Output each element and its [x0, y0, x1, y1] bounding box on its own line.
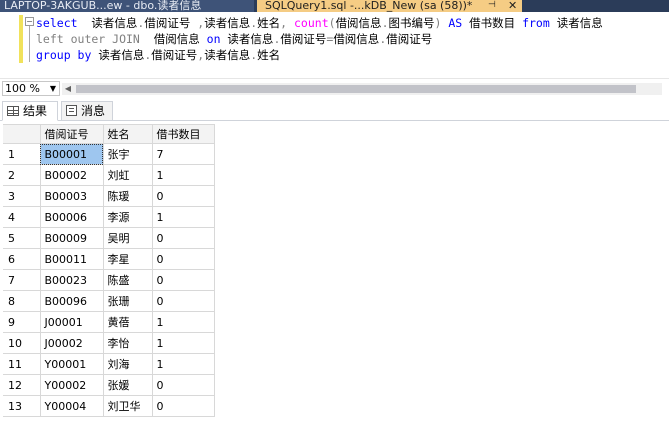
row-number[interactable]: 5	[3, 227, 41, 249]
table-row[interactable]: 5 B00009 吴明 0	[3, 227, 215, 249]
cell-borrow-count[interactable]: 0	[152, 227, 215, 249]
cell-name[interactable]: 刘海	[103, 353, 153, 375]
tab-results-label: 结果	[23, 104, 48, 118]
cell-borrow-card-id[interactable]: J00001	[40, 311, 104, 333]
editor-status-bar: 100 % ▼ ◀	[0, 78, 669, 98]
cell-name[interactable]: 陈盛	[103, 269, 153, 291]
grid-header-row: 借阅证号 姓名 借书数目	[3, 124, 215, 144]
document-tab-strip: LAPTOP-3AKGUB...ew - dbo.读者信息 SQLQuery1.…	[0, 0, 669, 12]
cell-borrow-count[interactable]: 1	[152, 206, 215, 228]
cell-borrow-count[interactable]: 7	[152, 143, 215, 165]
cell-borrow-card-id[interactable]: B00006	[40, 206, 104, 228]
cell-borrow-count[interactable]: 1	[152, 164, 215, 186]
cell-borrow-card-id[interactable]: B00009	[40, 227, 104, 249]
row-number[interactable]: 12	[3, 374, 41, 396]
cell-borrow-card-id[interactable]: Y00001	[40, 353, 104, 375]
grid-icon	[7, 106, 19, 116]
sql-code[interactable]: select 读者信息.借阅证号 ,读者信息.姓名, count(借阅信息.图书…	[36, 15, 603, 63]
zoom-select[interactable]: 100 % ▼	[2, 81, 60, 96]
table-row[interactable]: 11 Y00001 刘海 1	[3, 353, 215, 375]
row-number[interactable]: 9	[3, 311, 41, 333]
cell-borrow-count[interactable]: 1	[152, 332, 215, 354]
cell-borrow-card-id[interactable]: Y00002	[40, 374, 104, 396]
cell-borrow-count[interactable]: 0	[152, 248, 215, 270]
row-number[interactable]: 1	[3, 143, 41, 165]
chevron-down-icon: ▼	[49, 84, 56, 93]
tab-query-editor[interactable]: SQLQuery1.sql -...kDB_New (sa (58))*	[257, 0, 522, 12]
results-tab-strip: 结果 消息	[0, 99, 669, 121]
table-row[interactable]: 9 J00001 黄蓓 1	[3, 311, 215, 333]
pin-icon[interactable]: ⊣	[488, 0, 496, 10]
table-row[interactable]: 1 B00001 张宇 7	[3, 143, 215, 165]
close-icon[interactable]: ✕	[508, 0, 517, 12]
cell-borrow-card-id[interactable]: B00011	[40, 248, 104, 270]
row-number[interactable]: 4	[3, 206, 41, 228]
horizontal-scrollbar[interactable]: ◀	[62, 83, 662, 95]
code-line-2: left outer JOIN 借阅信息 on 读者信息.借阅证号=借阅信息.借…	[36, 32, 433, 46]
message-icon	[66, 105, 77, 116]
tab-table-view[interactable]: LAPTOP-3AKGUB...ew - dbo.读者信息	[0, 0, 254, 12]
cell-borrow-card-id[interactable]: J00002	[40, 332, 104, 354]
cell-name[interactable]: 张珊	[103, 290, 153, 312]
row-number[interactable]: 10	[3, 332, 41, 354]
results-grid: 借阅证号 姓名 借书数目 1 B00001 张宇 7 2 B00002 刘虹 1 3 B00003…	[3, 124, 215, 417]
table-row[interactable]: 8 B00096 张珊 0	[3, 290, 215, 312]
table-row[interactable]: 12 Y00002 张媛 0	[3, 374, 215, 396]
cell-name[interactable]: 吴明	[103, 227, 153, 249]
cell-name[interactable]: 刘卫华	[103, 395, 153, 417]
cell-borrow-count[interactable]: 0	[152, 290, 215, 312]
cell-name[interactable]: 李星	[103, 248, 153, 270]
row-number[interactable]: 2	[3, 164, 41, 186]
row-number[interactable]: 7	[3, 269, 41, 291]
code-line-1: select 读者信息.借阅证号 ,读者信息.姓名, count(借阅信息.图书…	[36, 16, 603, 30]
cell-borrow-card-id[interactable]: Y00004	[40, 395, 104, 417]
table-row[interactable]: 2 B00002 刘虹 1	[3, 164, 215, 186]
table-row[interactable]: 3 B00003 陈瑗 0	[3, 185, 215, 207]
cell-name[interactable]: 陈瑗	[103, 185, 153, 207]
table-row[interactable]: 7 B00023 陈盛 0	[3, 269, 215, 291]
cell-name[interactable]: 张宇	[103, 143, 153, 165]
cell-borrow-count[interactable]: 0	[152, 185, 215, 207]
cell-borrow-count[interactable]: 0	[152, 269, 215, 291]
table-row[interactable]: 6 B00011 李星 0	[3, 248, 215, 270]
tab-results[interactable]: 结果	[2, 101, 58, 121]
cell-borrow-card-id[interactable]: B00003	[40, 185, 104, 207]
row-number[interactable]: 13	[3, 395, 41, 417]
cell-name[interactable]: 刘虹	[103, 164, 153, 186]
row-number[interactable]: 6	[3, 248, 41, 270]
tab-messages[interactable]: 消息	[61, 101, 113, 121]
zoom-value: 100 %	[5, 82, 40, 95]
row-number[interactable]: 8	[3, 290, 41, 312]
scroll-left-icon[interactable]: ◀	[62, 83, 74, 95]
tab-messages-label: 消息	[81, 104, 106, 118]
cell-borrow-card-id[interactable]: B00002	[40, 164, 104, 186]
cell-borrow-card-id[interactable]: B00096	[40, 290, 104, 312]
row-number-header[interactable]	[3, 124, 41, 144]
cell-borrow-card-id[interactable]: B00023	[40, 269, 104, 291]
cell-name[interactable]: 张媛	[103, 374, 153, 396]
cell-borrow-count[interactable]: 0	[152, 374, 215, 396]
cell-borrow-card-id[interactable]: B00001	[40, 143, 104, 165]
column-header[interactable]: 借书数目	[152, 124, 215, 144]
table-row[interactable]: 10 J00002 李怡 1	[3, 332, 215, 354]
row-number[interactable]: 3	[3, 185, 41, 207]
cell-name[interactable]: 李怡	[103, 332, 153, 354]
table-row[interactable]: 4 B00006 李源 1	[3, 206, 215, 228]
cell-name[interactable]: 黄蓓	[103, 311, 153, 333]
row-number[interactable]: 11	[3, 353, 41, 375]
scrollbar-thumb[interactable]	[76, 85, 636, 93]
cell-borrow-count[interactable]: 1	[152, 353, 215, 375]
table-row[interactable]: 13 Y00004 刘卫华 0	[3, 395, 215, 417]
outline-line	[29, 26, 30, 62]
code-line-3: group by 读者信息.借阅证号,读者信息.姓名	[36, 48, 281, 62]
column-header[interactable]: 姓名	[103, 124, 153, 144]
column-header[interactable]: 借阅证号	[40, 124, 104, 144]
cell-borrow-count[interactable]: 0	[152, 395, 215, 417]
cell-name[interactable]: 李源	[103, 206, 153, 228]
sql-editor[interactable]: − select 读者信息.借阅证号 ,读者信息.姓名, count(借阅信息.…	[0, 12, 669, 78]
cell-borrow-count[interactable]: 1	[152, 311, 215, 333]
collapse-icon[interactable]: −	[25, 17, 34, 26]
changed-lines-marker	[19, 15, 23, 63]
